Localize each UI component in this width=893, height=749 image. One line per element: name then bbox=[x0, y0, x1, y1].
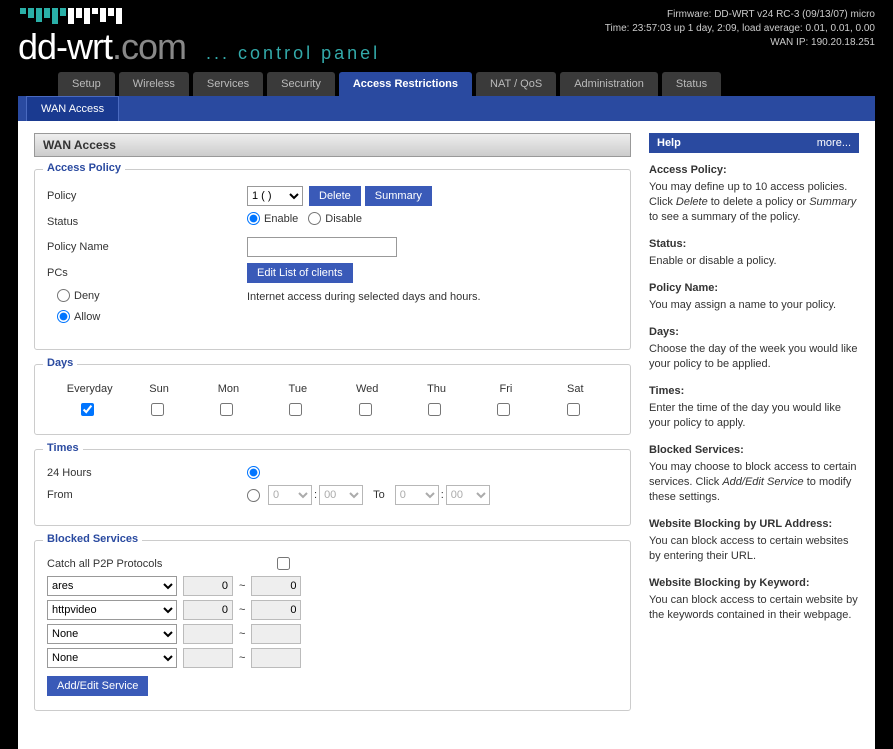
tab-security[interactable]: Security bbox=[267, 72, 335, 96]
service-row: None~ bbox=[47, 624, 618, 644]
day-header: Wed bbox=[333, 379, 402, 399]
help-section: Website Blocking by URL Address:You can … bbox=[649, 517, 859, 564]
to-hour-select[interactable]: 0 bbox=[395, 485, 439, 505]
label-24h: 24 Hours bbox=[47, 467, 247, 479]
help-section: Policy Name:You may assign a name to you… bbox=[649, 281, 859, 313]
blocked-services-group: Blocked Services Catch all P2P Protocols… bbox=[34, 540, 631, 711]
day-checkbox-mon[interactable] bbox=[220, 403, 233, 416]
service-row: None~ bbox=[47, 648, 618, 668]
p2p-checkbox[interactable] bbox=[277, 557, 290, 570]
day-header: Sun bbox=[124, 379, 193, 399]
help-more-link[interactable]: more... bbox=[817, 137, 851, 149]
label-from: From bbox=[47, 489, 247, 501]
access-desc: Internet access during selected days and… bbox=[247, 289, 481, 303]
service-select[interactable]: None bbox=[47, 648, 177, 668]
day-checkbox-sat[interactable] bbox=[567, 403, 580, 416]
service-port-to[interactable] bbox=[251, 624, 301, 644]
status-enable-radio[interactable]: Enable bbox=[247, 212, 298, 225]
day-header: Fri bbox=[471, 379, 540, 399]
service-port-from[interactable] bbox=[183, 600, 233, 620]
days-group: Days EverydaySunMonTueWedThuFriSat bbox=[34, 364, 631, 435]
service-row: httpvideo~ bbox=[47, 600, 618, 620]
header-status: Firmware: DD-WRT v24 RC-3 (09/13/07) mic… bbox=[605, 4, 875, 50]
pcs-label: PCs bbox=[47, 267, 247, 279]
help-section: Status:Enable or disable a policy. bbox=[649, 237, 859, 269]
logo-subtitle: ... control panel bbox=[206, 43, 380, 64]
radio-24h[interactable] bbox=[247, 466, 260, 479]
p2p-label: Catch all P2P Protocols bbox=[47, 558, 277, 570]
tab-nat-qos[interactable]: NAT / QoS bbox=[476, 72, 556, 96]
day-checkbox-tue[interactable] bbox=[289, 403, 302, 416]
service-row: ares~ bbox=[47, 576, 618, 596]
page-title: WAN Access bbox=[34, 133, 631, 157]
day-checkbox-everyday[interactable] bbox=[81, 403, 94, 416]
deny-radio[interactable]: Deny bbox=[57, 289, 247, 302]
tab-status[interactable]: Status bbox=[662, 72, 721, 96]
delete-button[interactable]: Delete bbox=[309, 186, 361, 206]
access-policy-group: Access Policy Policy 1 ( ) Delete Summar… bbox=[34, 169, 631, 350]
policy-label: Policy bbox=[47, 190, 247, 202]
logo-text: dd-wrt.com bbox=[18, 26, 186, 68]
help-section: Website Blocking by Keyword:You can bloc… bbox=[649, 576, 859, 623]
service-select[interactable]: httpvideo bbox=[47, 600, 177, 620]
service-port-to[interactable] bbox=[251, 576, 301, 596]
tab-setup[interactable]: Setup bbox=[58, 72, 115, 96]
day-header: Everyday bbox=[55, 379, 124, 399]
radio-from[interactable] bbox=[247, 489, 260, 502]
from-min-select[interactable]: 00 bbox=[319, 485, 363, 505]
tab-wireless[interactable]: Wireless bbox=[119, 72, 189, 96]
policy-select[interactable]: 1 ( ) bbox=[247, 186, 303, 206]
policy-name-label: Policy Name bbox=[47, 241, 247, 253]
help-header: Help more... bbox=[649, 133, 859, 153]
service-select[interactable]: None bbox=[47, 624, 177, 644]
service-port-to[interactable] bbox=[251, 600, 301, 620]
to-min-select[interactable]: 00 bbox=[446, 485, 490, 505]
subtab-wan-access[interactable]: WAN Access bbox=[26, 96, 119, 121]
day-checkbox-fri[interactable] bbox=[497, 403, 510, 416]
day-checkbox-wed[interactable] bbox=[359, 403, 372, 416]
day-header: Sat bbox=[541, 379, 610, 399]
service-port-from[interactable] bbox=[183, 648, 233, 668]
service-port-from[interactable] bbox=[183, 576, 233, 596]
service-select[interactable]: ares bbox=[47, 576, 177, 596]
tab-administration[interactable]: Administration bbox=[560, 72, 658, 96]
status-label: Status bbox=[47, 216, 247, 228]
policy-name-input[interactable] bbox=[247, 237, 397, 257]
tab-services[interactable]: Services bbox=[193, 72, 263, 96]
help-section: Blocked Services:You may choose to block… bbox=[649, 443, 859, 505]
day-checkbox-sun[interactable] bbox=[151, 403, 164, 416]
add-edit-service-button[interactable]: Add/Edit Service bbox=[47, 676, 148, 696]
day-checkbox-thu[interactable] bbox=[428, 403, 441, 416]
help-section: Access Policy:You may define up to 10 ac… bbox=[649, 163, 859, 225]
summary-button[interactable]: Summary bbox=[365, 186, 432, 206]
times-group: Times 24 Hours From 0 : 00 To bbox=[34, 449, 631, 526]
day-header: Mon bbox=[194, 379, 263, 399]
service-port-to[interactable] bbox=[251, 648, 301, 668]
day-header: Tue bbox=[263, 379, 332, 399]
label-to: To bbox=[373, 489, 385, 501]
status-disable-radio[interactable]: Disable bbox=[308, 212, 362, 225]
allow-radio[interactable]: Allow bbox=[57, 310, 247, 323]
help-section: Times:Enter the time of the day you woul… bbox=[649, 384, 859, 431]
tab-access-restrictions[interactable]: Access Restrictions bbox=[339, 72, 472, 96]
service-port-from[interactable] bbox=[183, 624, 233, 644]
edit-clients-button[interactable]: Edit List of clients bbox=[247, 263, 353, 283]
from-hour-select[interactable]: 0 bbox=[268, 485, 312, 505]
day-header: Thu bbox=[402, 379, 471, 399]
help-section: Days:Choose the day of the week you woul… bbox=[649, 325, 859, 372]
